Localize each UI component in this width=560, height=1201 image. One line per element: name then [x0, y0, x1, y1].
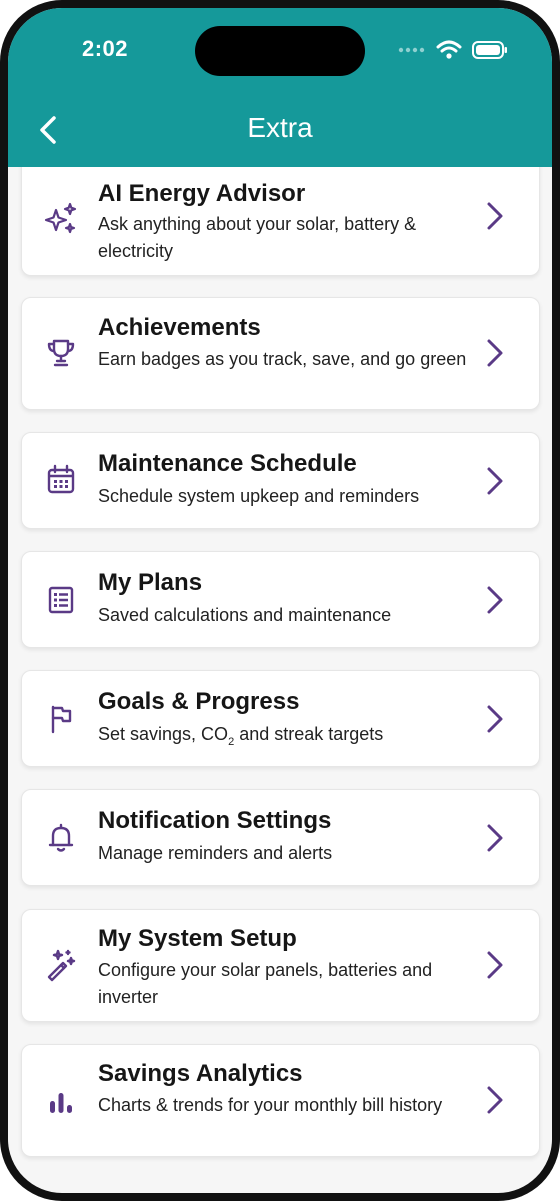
chevron-right-icon	[485, 466, 505, 496]
menu-item-maintenance-schedule[interactable]: Maintenance Schedule Schedule system upk…	[21, 432, 540, 529]
menu-list: AI Energy Advisor Ask anything about you…	[8, 167, 552, 1193]
menu-item-ai-energy-advisor[interactable]: AI Energy Advisor Ask anything about you…	[21, 167, 540, 276]
status-time: 2:02	[82, 36, 129, 61]
item-description: Ask anything about your solar, battery &…	[98, 214, 417, 261]
item-description: Earn badges as you track, save, and go g…	[98, 349, 467, 369]
signal-icon	[398, 47, 425, 53]
chevron-right-icon	[485, 201, 505, 231]
menu-item-savings-analytics[interactable]: Savings Analytics Charts & trends for yo…	[21, 1044, 540, 1157]
item-title: Goals & Progress	[98, 688, 300, 715]
dynamic-island	[195, 26, 365, 76]
page-title: Extra	[247, 112, 313, 143]
description-text-suffix: and streak targets	[234, 724, 384, 744]
status-icons	[398, 40, 508, 60]
item-description: Schedule system upkeep and reminders	[98, 486, 420, 506]
menu-item-achievements[interactable]: Achievements Earn badges as you track, s…	[21, 297, 540, 410]
menu-item-my-plans[interactable]: My Plans Saved calculations and maintena…	[21, 551, 540, 648]
chevron-right-icon	[485, 823, 505, 853]
item-description: Configure your solar panels, batteries a…	[98, 960, 433, 1007]
menu-item-my-system-setup[interactable]: My System Setup Configure your solar pan…	[21, 909, 540, 1022]
chevron-right-icon	[485, 704, 505, 734]
chevron-right-icon	[485, 585, 505, 615]
magic-wand-icon	[44, 948, 78, 982]
wifi-icon	[436, 40, 462, 59]
chevron-right-icon	[485, 1085, 505, 1115]
sparkles-icon	[44, 202, 78, 236]
item-description: Charts & trends for your monthly bill hi…	[98, 1095, 443, 1115]
flag-icon	[44, 702, 78, 736]
menu-item-notification-settings[interactable]: Notification Settings Manage reminders a…	[21, 789, 540, 886]
bar-chart-icon	[44, 1085, 78, 1119]
item-title: Savings Analytics	[98, 1060, 303, 1087]
subscript-text: 2	[228, 736, 235, 748]
menu-item-goals-progress[interactable]: Goals & Progress Set savings, CO2 and st…	[21, 670, 540, 767]
bell-icon	[44, 821, 78, 855]
item-title: Maintenance Schedule	[98, 450, 357, 477]
top-header: 2:02 Extra	[8, 8, 552, 167]
item-description: Saved calculations and maintenance	[98, 605, 392, 625]
battery-icon	[472, 41, 507, 59]
list-icon	[44, 583, 78, 617]
chevron-right-icon	[485, 338, 505, 368]
item-title: AI Energy Advisor	[98, 180, 306, 207]
calendar-icon	[44, 463, 78, 497]
phone-frame: 2:02 Extra AI Energy Advisor Ask anythin…	[0, 0, 560, 1201]
item-description: Set savings, CO2 and streak targets	[98, 721, 468, 751]
chevron-right-icon	[485, 950, 505, 980]
item-title: My Plans	[98, 569, 203, 596]
item-title: Achievements	[98, 314, 261, 341]
screen: 2:02 Extra AI Energy Advisor Ask anythin…	[8, 8, 552, 1193]
description-text: Set savings, CO	[98, 724, 229, 744]
item-description: Manage reminders and alerts	[98, 843, 333, 863]
item-title: Notification Settings	[98, 807, 332, 834]
trophy-icon	[44, 336, 78, 370]
item-title: My System Setup	[98, 925, 297, 952]
